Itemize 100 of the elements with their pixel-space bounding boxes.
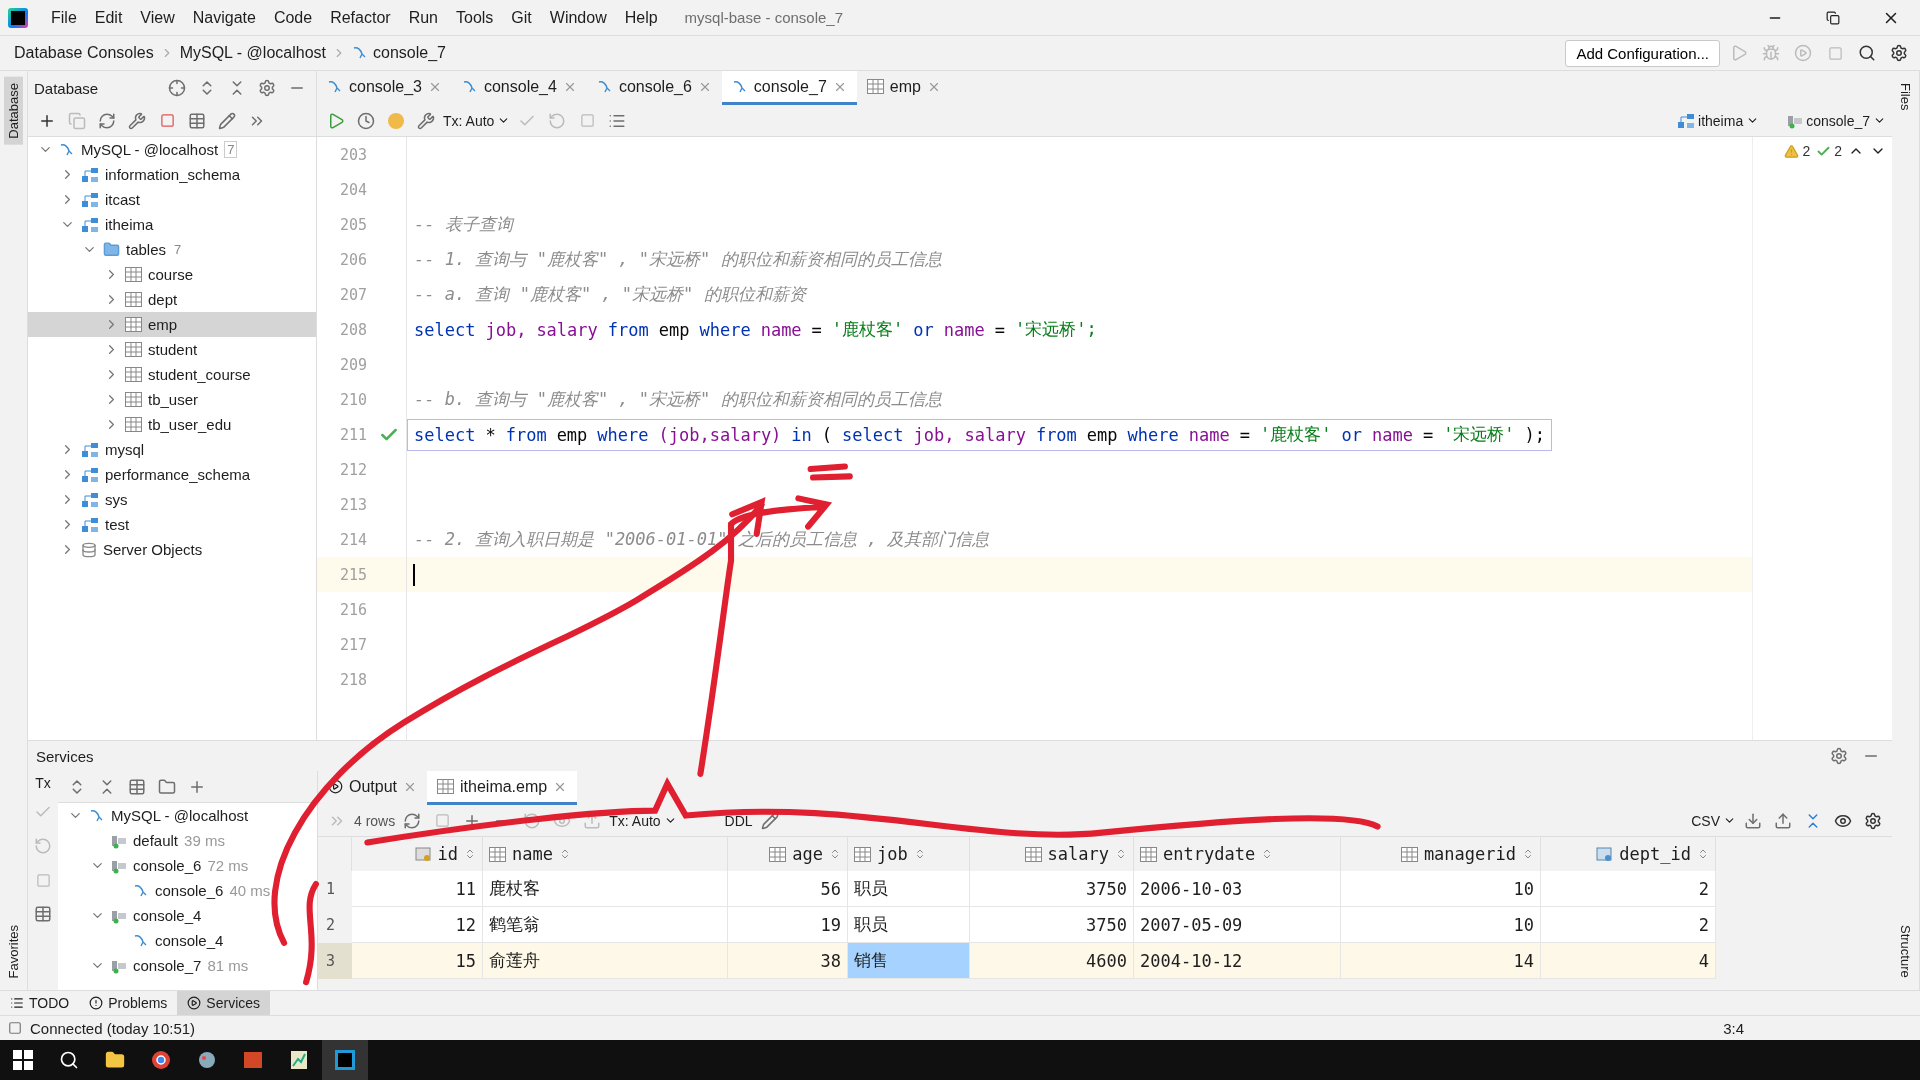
menu-item[interactable]: Refactor [323,4,398,31]
tree-row[interactable]: performance_schema [28,462,316,487]
table-cell[interactable]: 2 [1541,871,1716,907]
tool-window-tab[interactable]: TODO [0,991,80,1015]
tree-label[interactable]: console_6 [133,857,202,874]
tree-label[interactable]: test [105,516,130,533]
table-cell[interactable]: 15 [352,943,483,979]
menu-item[interactable]: Run [401,4,445,31]
tree-row[interactable]: sys [28,487,316,512]
schema-dropdown[interactable]: itheima [1677,112,1760,129]
table-cell[interactable]: 鹤笔翁 [483,907,728,943]
sort-icon[interactable] [1115,848,1127,860]
tree-row[interactable]: Server Objects [28,537,316,562]
tree-label[interactable]: console_4 [133,907,202,924]
tree-row[interactable]: dept [28,287,316,312]
tree-label[interactable]: sys [105,491,128,508]
menu-item[interactable]: Code [266,4,320,31]
editor-tab[interactable]: console_7 [721,71,857,105]
tree-row[interactable]: tb_user [28,387,316,412]
table-cell[interactable]: 19 [728,907,848,943]
ide-icon[interactable] [335,1050,355,1070]
tree-label[interactable]: mysql [105,441,145,458]
table-cell[interactable]: 38 [728,943,848,979]
row-count[interactable]: 4 rows [354,812,396,829]
chart-app-icon[interactable] [289,1050,309,1070]
caret-position[interactable]: 3:4 [1723,1019,1744,1037]
export-format-dropdown[interactable]: CSV [1691,812,1736,829]
tree-label[interactable]: console_4 [155,932,224,949]
tree-row[interactable]: tables 7 [28,237,316,262]
menu-item[interactable]: Navigate [185,4,263,31]
sort-icon[interactable] [464,848,476,860]
row-number[interactable]: 2 [318,907,352,943]
result-tab[interactable]: Output [318,771,428,805]
tree-label[interactable]: information_schema [105,166,241,183]
tree-row[interactable]: emp [28,312,316,337]
start-icon[interactable] [13,1050,33,1070]
search-icon[interactable] [59,1050,79,1070]
editor-tab[interactable]: console_6 [586,71,722,105]
warnings-count[interactable]: 2 [1784,143,1811,159]
column-header[interactable]: id [352,837,483,871]
table-cell[interactable]: 12 [352,907,483,943]
table-cell[interactable]: 2006-10-03 [1134,871,1341,907]
session-dropdown[interactable]: console_7 [1787,112,1886,129]
database-tool-tab[interactable]: Database [4,77,23,145]
table-cell[interactable]: 鹿杖客 [483,871,728,907]
table-cell[interactable]: 销售 [848,943,970,979]
folder-icon[interactable] [105,1050,125,1070]
table-cell[interactable]: 2004-10-12 [1134,943,1341,979]
menu-item[interactable]: Help [617,4,665,31]
row-number[interactable]: 1 [318,871,352,907]
tree-label[interactable]: Server Objects [103,541,203,558]
tree-label[interactable]: MySQL - @localhost [111,807,249,824]
tree-row[interactable]: test [28,512,316,537]
column-header[interactable]: job [848,837,970,871]
column-header[interactable]: name [483,837,728,871]
tree-row[interactable]: mysql [28,437,316,462]
tree-row[interactable]: itcast [28,187,316,212]
table-cell[interactable]: 2 [1541,907,1716,943]
editor-tab[interactable]: console_3 [317,71,452,105]
tree-label[interactable]: console_7 [133,957,202,974]
tree-label[interactable]: tb_user [148,391,199,408]
transaction-dropdown[interactable]: Tx: Auto [443,112,511,129]
tree-row[interactable]: MySQL - @localhost 7 [28,137,316,162]
table-cell[interactable]: 职员 [848,907,970,943]
tree-label[interactable]: emp [148,316,178,333]
tree-label[interactable]: MySQL - @localhost [81,141,219,158]
files-tool-tab[interactable]: Files [1896,77,1915,117]
table-cell[interactable]: 2007-05-09 [1134,907,1341,943]
tool-window-tab[interactable]: Problems [79,991,178,1015]
tree-label[interactable]: itheima [105,216,154,233]
column-header[interactable]: entrydate [1134,837,1341,871]
tree-label[interactable]: course [148,266,194,283]
tree-label[interactable]: tb_user_edu [148,416,232,433]
tree-label[interactable]: student_course [148,366,251,383]
table-cell[interactable]: 3750 [970,907,1134,943]
tree-row[interactable]: student_course [28,362,316,387]
tool-window-tab[interactable]: Services [177,991,271,1015]
column-header[interactable]: salary [970,837,1134,871]
menu-item[interactable]: Git [504,4,539,31]
transaction-button[interactable]: Tx [35,775,51,791]
tree-label[interactable]: tables [126,241,167,258]
paint-icon[interactable] [197,1050,217,1070]
tree-row[interactable]: course [28,262,316,287]
table-cell[interactable]: 3750 [970,871,1134,907]
tree-label[interactable]: dept [148,291,178,308]
menu-item[interactable]: Window [542,4,614,31]
tree-row[interactable]: itheima [28,212,316,237]
table-cell[interactable]: 10 [1341,907,1541,943]
table-cell[interactable]: 10 [1341,871,1541,907]
sort-icon[interactable] [1522,848,1534,860]
add-configuration-button[interactable]: Add Configuration... [1565,39,1720,67]
restore-icon[interactable] [1826,10,1840,25]
presentation-icon[interactable] [243,1050,263,1070]
tree-label[interactable]: itcast [105,191,140,208]
table-cell[interactable]: 11 [352,871,483,907]
passed-count[interactable]: 2 [1816,143,1842,159]
column-header[interactable]: dept_id [1541,837,1716,871]
tree-label[interactable]: performance_schema [105,466,251,483]
menu-item[interactable]: Edit [87,4,130,31]
table-cell[interactable]: 4600 [970,943,1134,979]
